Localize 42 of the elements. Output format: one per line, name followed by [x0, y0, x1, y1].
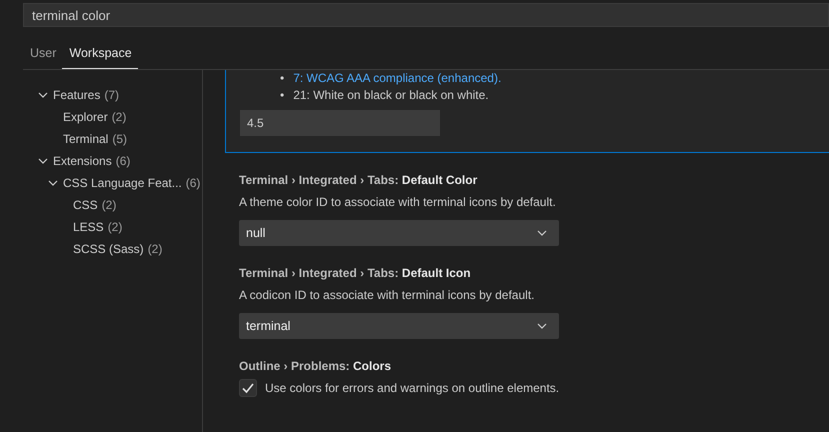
item-count: (6) [116, 153, 130, 170]
settings-tab[interactable]: User [23, 40, 62, 69]
item-count: (2) [108, 219, 122, 236]
checkbox-label: Use colors for errors and warnings on outline elements. [265, 380, 560, 397]
checkbox[interactable] [239, 379, 257, 397]
bullet-marker: • [280, 87, 284, 104]
tree-item[interactable]: Features (7) [23, 84, 202, 106]
search-field[interactable]: terminal color [23, 3, 829, 27]
tree-label: Explorer [63, 109, 108, 126]
item-count: (2) [148, 241, 162, 258]
tree-label: Features [53, 87, 100, 104]
tree-item[interactable]: CSS Language Feat... (6) [23, 172, 202, 194]
tree-label: Extensions [53, 153, 112, 170]
setting-title: Terminal › Integrated › Tabs: Default Icon [239, 265, 472, 282]
tree-item[interactable]: Extensions (6) [23, 150, 202, 172]
tree-item[interactable]: Explorer (2) [23, 106, 202, 128]
item-count: (6) [186, 175, 200, 192]
setting-title: Terminal › Integrated › Tabs: Default Color [239, 172, 478, 189]
item-count: (7) [104, 87, 120, 104]
dropdown-field[interactable]: terminal [239, 313, 559, 339]
check-icon [241, 381, 255, 395]
item-count: (2) [102, 197, 116, 214]
setting-title: Outline › Problems: Colors [239, 358, 392, 375]
bullet-marker: • [280, 70, 284, 87]
number-field[interactable]: 4.5 [240, 110, 440, 136]
tree-item[interactable]: Terminal (5) [23, 128, 202, 150]
item-count: (5) [112, 131, 128, 148]
dropdown-field[interactable]: null [239, 220, 559, 246]
link-text[interactable]: 7: WCAG AAA compliance (enhanced). [293, 70, 502, 87]
item-count: (2) [112, 109, 126, 126]
tree-item[interactable]: SCSS (Sass) (2) [23, 238, 202, 260]
tree-label: CSS Language Feat... [63, 175, 182, 192]
bullet-text: 21: White on black or black on white. [293, 87, 489, 104]
tree-label: Terminal [63, 131, 108, 148]
setting-description: A theme color ID to associate with terminal icons by default. [239, 194, 557, 211]
tree-label: SCSS (Sass) [73, 241, 144, 258]
tree-label: CSS [73, 197, 98, 214]
settings-tab[interactable]: Workspace [62, 40, 138, 69]
tree-label: LESS [73, 219, 104, 236]
setting-description: A codicon ID to associate with terminal icons by default. [239, 287, 536, 304]
tree-item[interactable]: LESS (2) [23, 216, 202, 238]
tree-item[interactable]: CSS (2) [23, 194, 202, 216]
